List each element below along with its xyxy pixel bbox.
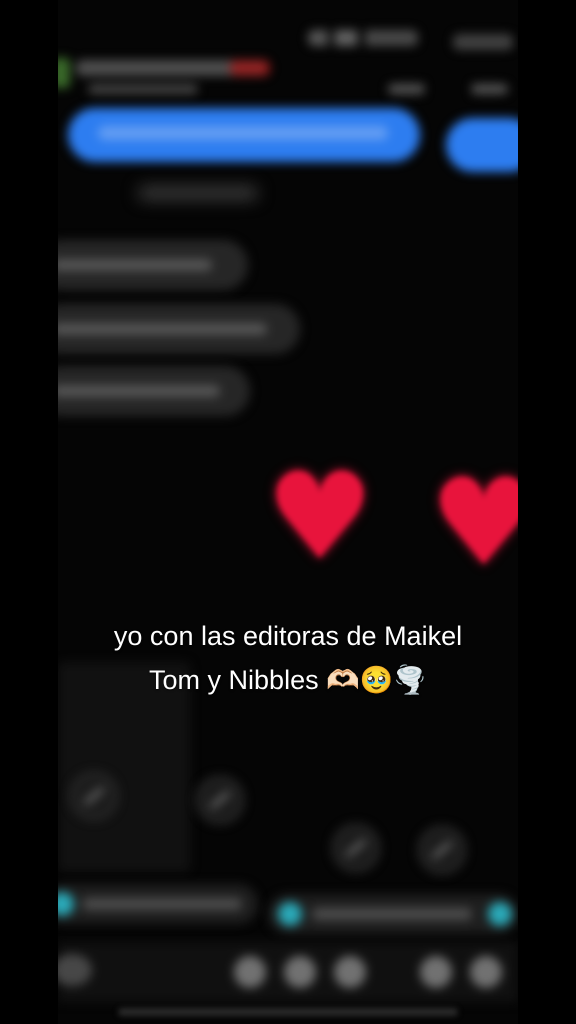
video-frame: ♥ ♥ yo con las editoras de Maikel Tom y …	[0, 0, 576, 1024]
message-input-field	[268, 894, 518, 934]
teal-icon	[58, 892, 74, 916]
caption-line-1: yo con las editoras de Maikel	[113, 621, 463, 651]
toolbar-icon	[234, 956, 266, 988]
heart-icon: ♥	[430, 454, 518, 593]
status-icons	[308, 30, 418, 46]
chat-header	[58, 52, 518, 102]
message-timestamp	[138, 186, 258, 200]
battery-icon	[453, 34, 513, 50]
toolbar-icon	[284, 956, 316, 988]
received-message-bubble	[58, 366, 250, 416]
edit-button	[418, 826, 466, 874]
home-indicator	[118, 1008, 458, 1016]
toolbar-icon	[470, 956, 502, 988]
toolbar-icon	[420, 956, 452, 988]
attachment-button	[70, 772, 118, 820]
edit-button	[332, 824, 380, 872]
header-meta-blurred	[388, 84, 508, 94]
toolbar-icon	[334, 956, 366, 988]
sent-message-bubble	[446, 118, 518, 172]
sent-message-text-blurred	[98, 126, 388, 140]
video-caption: yo con las editoras de Maikel Tom y Nibb…	[0, 614, 576, 702]
edit-button	[196, 776, 244, 824]
contact-status-blurred	[88, 84, 198, 94]
keyboard-icon	[58, 954, 92, 986]
received-message-bubble	[58, 304, 300, 354]
caption-line-2: Tom y Nibbles 🫶🏻🥹🌪️	[149, 665, 427, 695]
blurred-chat-screenshot: ♥ ♥	[58, 0, 518, 1024]
teal-icon	[278, 902, 302, 926]
heart-icon: ♥	[266, 448, 374, 587]
status-bar	[58, 8, 518, 50]
sent-message-bubble	[68, 108, 420, 162]
send-icon	[488, 902, 512, 926]
message-text-blurred	[58, 259, 212, 271]
avatar	[58, 58, 70, 88]
message-text-blurred	[58, 323, 267, 335]
reply-text-blurred	[82, 898, 242, 910]
reply-field	[58, 884, 258, 924]
message-text-blurred	[58, 385, 220, 397]
bottom-toolbar	[58, 942, 518, 1002]
input-placeholder-blurred	[312, 908, 472, 920]
emoji-blurred	[230, 60, 270, 76]
received-message-bubble	[58, 240, 248, 290]
